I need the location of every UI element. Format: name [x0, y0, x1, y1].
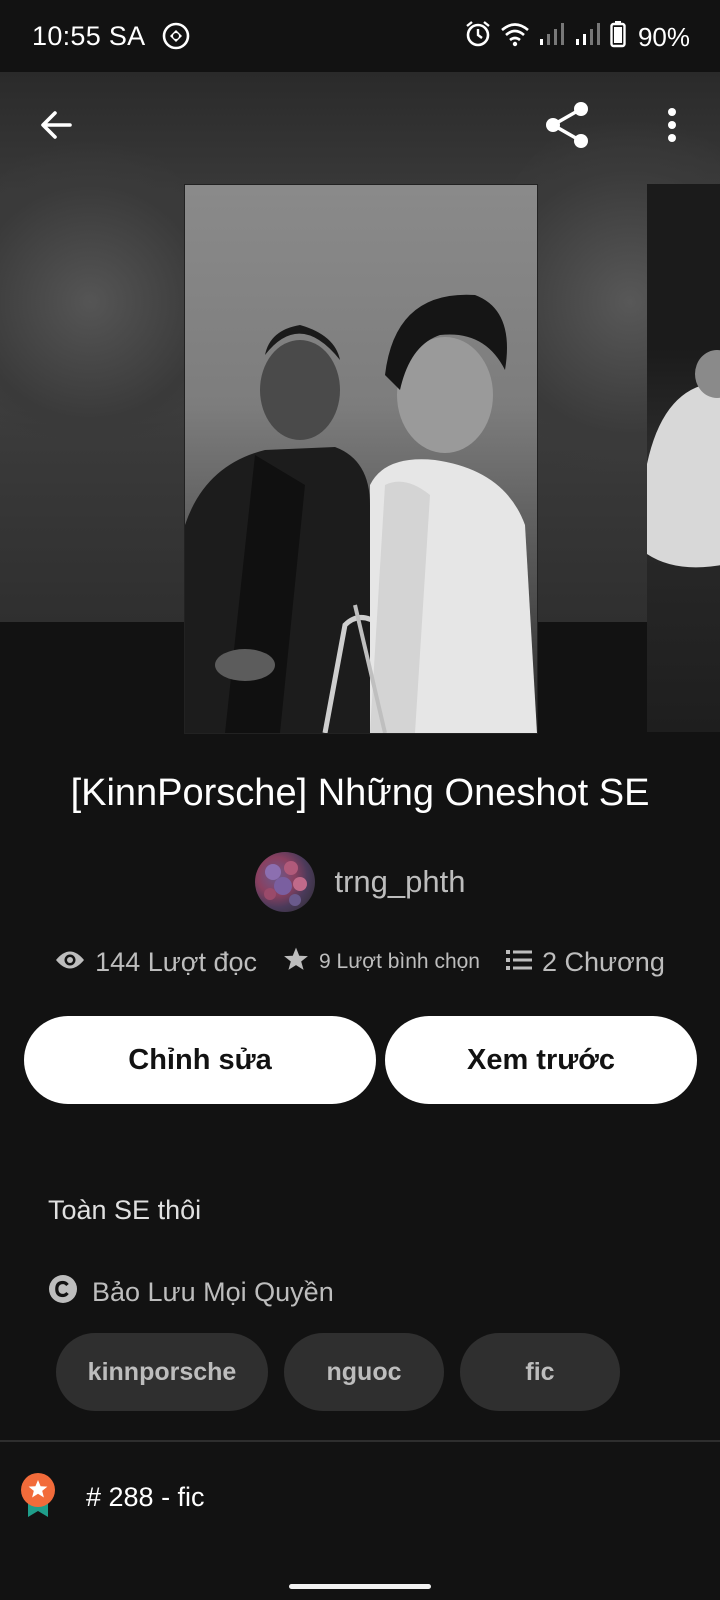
- star-icon: [283, 946, 309, 978]
- votes-stat: 9 Lượt bình chọn: [283, 946, 480, 978]
- top-app-bar: [0, 72, 720, 182]
- story-description: Toàn SE thôi: [48, 1195, 202, 1225]
- signal-icon: [538, 21, 566, 54]
- tag-chip[interactable]: nguoc: [284, 1333, 444, 1411]
- reads-stat: 144 Lượt đọc: [55, 947, 257, 978]
- author-name[interactable]: trng_phth: [335, 864, 466, 900]
- more-options-button[interactable]: [642, 97, 702, 157]
- votes-count: 9 Lượt bình chọn: [319, 950, 480, 973]
- share-button[interactable]: [538, 97, 598, 157]
- section-divider: [0, 1440, 720, 1442]
- next-story-cover[interactable]: [647, 184, 720, 732]
- home-indicator[interactable]: [289, 1584, 431, 1589]
- arrow-left-icon: [38, 107, 74, 148]
- author-row[interactable]: trng_phth: [0, 852, 720, 912]
- tag-list: kinnporsche nguoc fic: [56, 1333, 620, 1411]
- status-indicators: 90%: [464, 20, 690, 55]
- preview-button[interactable]: Xem trước: [385, 1016, 697, 1104]
- chapters-stat[interactable]: 2 Chương: [505, 946, 665, 978]
- copyright-row: Bảo Lưu Mọi Quyền: [48, 1274, 334, 1311]
- eye-icon: [55, 947, 85, 978]
- back-button[interactable]: [26, 97, 86, 157]
- author-avatar[interactable]: [254, 852, 315, 912]
- wifi-icon: [500, 21, 530, 54]
- copyright-icon: [48, 1274, 78, 1311]
- story-title: [KinnPorsche] Những Oneshot SE: [70, 772, 650, 814]
- copyright-label: Bảo Lưu Mọi Quyền: [92, 1277, 334, 1307]
- tag-chip[interactable]: kinnporsche: [56, 1333, 268, 1411]
- status-time: 10:55 SA: [32, 21, 146, 51]
- app-notification-icon: [162, 22, 190, 50]
- list-icon: [505, 947, 532, 978]
- ranking-label: # 288 - fic: [86, 1482, 205, 1512]
- tag-chip[interactable]: fic: [460, 1333, 620, 1411]
- more-vertical-icon: [666, 107, 678, 148]
- alarm-icon: [464, 20, 492, 55]
- edit-button[interactable]: Chỉnh sửa: [24, 1016, 376, 1104]
- signal-icon-2: [574, 21, 602, 54]
- story-cover-image[interactable]: [184, 184, 538, 734]
- share-icon: [543, 100, 593, 155]
- story-stats: 144 Lượt đọc 9 Lượt bình chọn 2 Chương: [0, 946, 720, 978]
- status-bar: 10:55 SA 90%: [0, 0, 720, 72]
- battery-icon: [610, 20, 626, 55]
- battery-percent: 90%: [637, 22, 690, 52]
- chapters-count: 2 Chương: [541, 946, 665, 977]
- award-badge-icon: [20, 1472, 56, 1523]
- reads-count: 144 Lượt đọc: [95, 946, 258, 977]
- ranking-row[interactable]: # 288 - fic: [20, 1472, 205, 1523]
